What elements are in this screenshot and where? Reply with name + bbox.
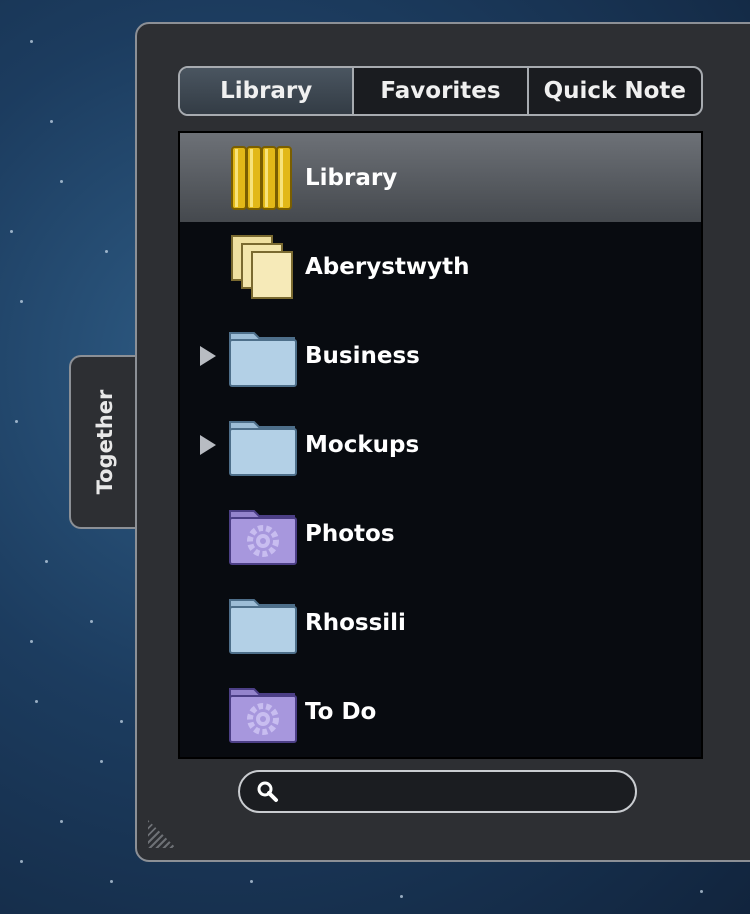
disclosure-triangle-icon[interactable] xyxy=(200,434,216,455)
disclosure-triangle-icon[interactable] xyxy=(200,345,216,366)
blue-folder-icon xyxy=(226,323,298,389)
list-item-mockups[interactable]: Mockups xyxy=(180,400,701,489)
list-item-rhossili[interactable]: Rhossili xyxy=(180,578,701,667)
star xyxy=(700,890,703,893)
search-field[interactable] xyxy=(238,770,637,813)
side-tab-label: Together xyxy=(93,389,117,495)
stacked-notes-icon xyxy=(226,234,298,300)
star xyxy=(30,40,33,43)
list-item-business[interactable]: Business xyxy=(180,311,701,400)
list-item-label: Library xyxy=(305,164,398,191)
list-item-label: Business xyxy=(305,342,420,369)
tab-library[interactable]: Library xyxy=(180,68,353,114)
star xyxy=(250,880,253,883)
search-input[interactable] xyxy=(285,777,625,807)
star xyxy=(20,860,23,863)
smart-folder-icon xyxy=(226,679,298,745)
tab-favorites[interactable]: Favorites xyxy=(352,68,526,114)
list-item-label: Mockups xyxy=(305,431,420,458)
list-item-to-do[interactable]: To Do xyxy=(180,667,701,756)
list-item-label: Photos xyxy=(305,520,395,547)
star xyxy=(90,620,93,623)
blue-folder-icon xyxy=(226,412,298,478)
star xyxy=(45,560,48,563)
library-icon xyxy=(226,145,298,211)
star xyxy=(60,820,63,823)
list-item-label: Aberystwyth xyxy=(305,253,470,280)
star xyxy=(10,230,13,233)
star xyxy=(400,895,403,898)
segmented-control: Library Favorites Quick Note xyxy=(178,66,703,116)
list-item-label: Rhossili xyxy=(305,609,406,636)
side-tab-together[interactable]: Together xyxy=(69,355,139,529)
blue-folder-icon xyxy=(226,590,298,656)
list-item-library[interactable]: Library xyxy=(180,133,701,222)
star xyxy=(50,120,53,123)
list-item-aberystwyth[interactable]: Aberystwyth xyxy=(180,222,701,311)
tab-quick-note[interactable]: Quick Note xyxy=(526,68,701,114)
search-icon xyxy=(257,781,278,802)
star xyxy=(120,720,123,723)
library-list: Library Aberystwyth Business Mockups Photos R… xyxy=(178,131,703,759)
star xyxy=(30,640,33,643)
star xyxy=(110,880,113,883)
star xyxy=(60,180,63,183)
smart-folder-icon xyxy=(226,501,298,567)
star xyxy=(100,760,103,763)
star xyxy=(105,250,108,253)
list-item-label: To Do xyxy=(305,698,377,725)
list-item-photos[interactable]: Photos xyxy=(180,489,701,578)
star xyxy=(35,700,38,703)
star xyxy=(20,300,23,303)
star xyxy=(15,420,18,423)
